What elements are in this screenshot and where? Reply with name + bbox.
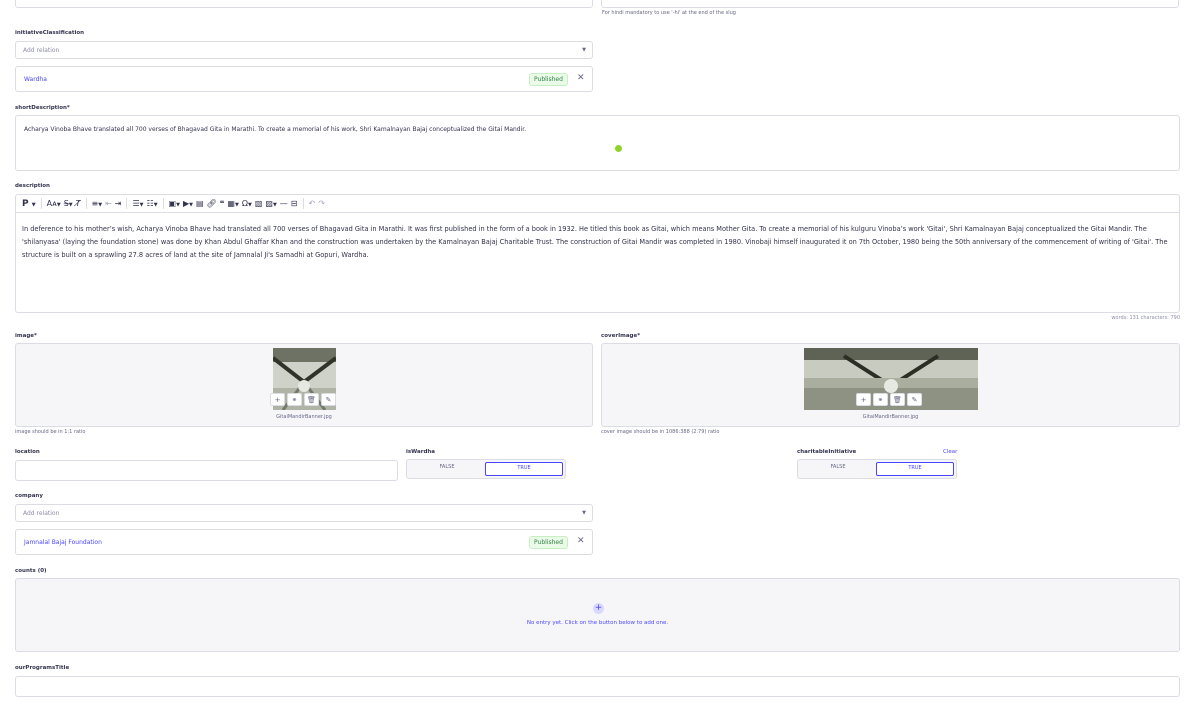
company-label: company xyxy=(15,493,43,499)
delete-image-button[interactable]: 🗑︎ xyxy=(890,393,905,406)
cover-image-label: coverImage* xyxy=(601,333,641,339)
toolbar-separator xyxy=(162,198,164,209)
edit-image-button[interactable]: ✎ xyxy=(907,393,922,406)
clear-format-button[interactable]: T̸ xyxy=(76,199,81,208)
horizontal-line-icon[interactable]: — xyxy=(280,199,288,208)
short-description-text: Acharya Vinoba Bhave translated all 700 … xyxy=(24,126,527,133)
edit-image-button[interactable]: ✎ xyxy=(321,393,336,406)
undo-icon[interactable]: ↶ xyxy=(309,199,316,208)
our-programs-title-label: ourProgramsTitle xyxy=(15,665,70,671)
font-size-button[interactable]: Aᴀ ▼ xyxy=(47,199,61,208)
copy-link-button[interactable]: ⚭ xyxy=(873,393,888,406)
link-icon[interactable]: 🔗︎ xyxy=(207,199,217,208)
image-label: image* xyxy=(15,333,37,339)
paragraph-format-button[interactable]: P ▼ xyxy=(22,199,36,209)
blockquote-icon[interactable]: ❝ xyxy=(220,199,225,208)
status-dot-icon xyxy=(615,145,622,152)
charitable-initiative-toggle: FALSE TRUE xyxy=(797,459,957,479)
copy-link-button[interactable]: ⚭ xyxy=(287,393,302,406)
counts-label: counts (0) xyxy=(15,568,47,574)
image-filename: GitaiMandirBanner.jpg xyxy=(276,414,332,420)
charitable-true-option[interactable]: TRUE xyxy=(876,462,954,476)
cover-image-dropzone[interactable]: + ⚭ 🗑︎ ✎ GitaiMandirBanner.jpg xyxy=(601,343,1180,427)
image-actions: + ⚭ 🗑︎ ✎ xyxy=(270,393,336,406)
numbered-list-icon[interactable]: ☷ ▼ xyxy=(147,199,158,208)
counts-empty-text: No entry yet. Click on the button below … xyxy=(526,620,669,626)
word-counter: words: 131 characters: 790 xyxy=(1111,315,1180,321)
chevron-down-icon[interactable]: ▼ xyxy=(582,510,586,516)
charitable-initiative-label: charitableInitiative xyxy=(797,449,857,455)
initiative-add-relation-select[interactable]: Add relation ▼ xyxy=(15,41,593,59)
status-badge: Published xyxy=(529,536,568,549)
slug-hi-field-partial[interactable] xyxy=(601,0,1179,8)
redo-icon[interactable]: ↷ xyxy=(318,199,325,208)
insert-media-icon[interactable]: ▶ ▼ xyxy=(183,199,193,208)
short-description-textarea[interactable]: Acharya Vinoba Bhave translated all 700 … xyxy=(15,115,1180,171)
status-badge: Published xyxy=(529,73,568,86)
cover-image-filename: GitaiMandirBanner.jpg xyxy=(862,414,919,420)
description-text[interactable]: In deference to his mother’s wish, Achar… xyxy=(22,223,1172,261)
source-editing-icon[interactable]: ▨ ▼ xyxy=(265,199,276,208)
charitable-clear-link[interactable]: Clear xyxy=(943,449,957,455)
delete-image-button[interactable]: 🗑︎ xyxy=(304,393,319,406)
cover-image-hint: cover image should be in 1086:388 (2.79)… xyxy=(601,429,720,435)
is-wardha-false-option[interactable]: FALSE xyxy=(409,462,485,476)
slug-field-partial[interactable] xyxy=(15,0,593,8)
toolbar-separator xyxy=(40,198,42,209)
image-hint: image should be in 1:1 ratio xyxy=(15,429,86,435)
company-placeholder: Add relation xyxy=(23,510,60,517)
strikethrough-button[interactable]: S̶ ▼ xyxy=(64,199,73,208)
company-entry-link[interactable]: Jamnalal Bajaj Foundation xyxy=(24,539,102,546)
is-wardha-label: isWardha xyxy=(406,449,436,455)
table-icon[interactable]: ▦ ▼ xyxy=(227,199,238,208)
company-relation-entry: Jamnalal Bajaj Foundation Published ✕ xyxy=(15,529,593,555)
chevron-down-icon[interactable]: ▼ xyxy=(582,47,586,53)
indent-icon[interactable]: ⇥ xyxy=(115,199,122,208)
initiative-entry-link[interactable]: Wardha xyxy=(24,76,47,83)
is-wardha-true-option[interactable]: TRUE xyxy=(485,462,563,476)
html-embed-icon[interactable]: ▧ xyxy=(255,199,263,208)
editor-toolbar: P ▼ Aᴀ ▼ S̶ ▼ T̸ ≡ ▼ ⇤ ⇥ ☰ ▼ ☷ ▼ ▣ ▼ ▶ ▼… xyxy=(16,195,1179,213)
short-description-label: shortDescription* xyxy=(15,105,70,111)
location-label: location xyxy=(15,449,40,455)
counts-empty-state: + No entry yet. Click on the button belo… xyxy=(15,578,1180,652)
remove-relation-button[interactable]: ✕ xyxy=(577,536,585,546)
location-input[interactable] xyxy=(15,460,398,481)
initiative-classification-label: initiativeClassification xyxy=(15,30,85,36)
is-wardha-toggle: FALSE TRUE xyxy=(406,459,566,479)
toolbar-separator xyxy=(85,198,87,209)
company-add-relation-select[interactable]: Add relation ▼ xyxy=(15,504,593,522)
our-programs-title-input[interactable] xyxy=(15,676,1180,697)
toolbar-separator xyxy=(126,198,128,209)
toolbar-separator xyxy=(302,198,304,209)
media-library-icon[interactable]: ▤ xyxy=(196,199,204,208)
outdent-icon[interactable]: ⇤ xyxy=(105,199,112,208)
add-image-button[interactable]: + xyxy=(856,393,871,406)
image-dropzone[interactable]: + ⚭ 🗑︎ ✎ GitaiMandirBanner.jpg xyxy=(15,343,593,427)
cover-image-actions: + ⚭ 🗑︎ ✎ xyxy=(856,393,922,406)
initiative-relation-entry: Wardha Published ✕ xyxy=(15,66,593,92)
page-break-icon[interactable]: ⊟ xyxy=(291,199,298,208)
charitable-false-option[interactable]: FALSE xyxy=(800,462,876,476)
bulleted-list-icon[interactable]: ☰ ▼ xyxy=(132,199,143,208)
initiative-placeholder: Add relation xyxy=(23,47,60,54)
slug-hint: For hindi mandatory to use '-hi' at the … xyxy=(602,10,736,16)
special-characters-icon[interactable]: Ω ▼ xyxy=(242,199,252,208)
description-editor: P ▼ Aᴀ ▼ S̶ ▼ T̸ ≡ ▼ ⇤ ⇥ ☰ ▼ ☷ ▼ ▣ ▼ ▶ ▼… xyxy=(15,194,1180,313)
add-image-button[interactable]: + xyxy=(270,393,285,406)
add-entry-button[interactable]: + xyxy=(593,603,604,614)
insert-image-icon[interactable]: ▣ ▼ xyxy=(169,199,180,208)
align-left-icon[interactable]: ≡ ▼ xyxy=(92,199,103,208)
remove-relation-button[interactable]: ✕ xyxy=(577,73,585,83)
description-label: description xyxy=(15,183,50,189)
